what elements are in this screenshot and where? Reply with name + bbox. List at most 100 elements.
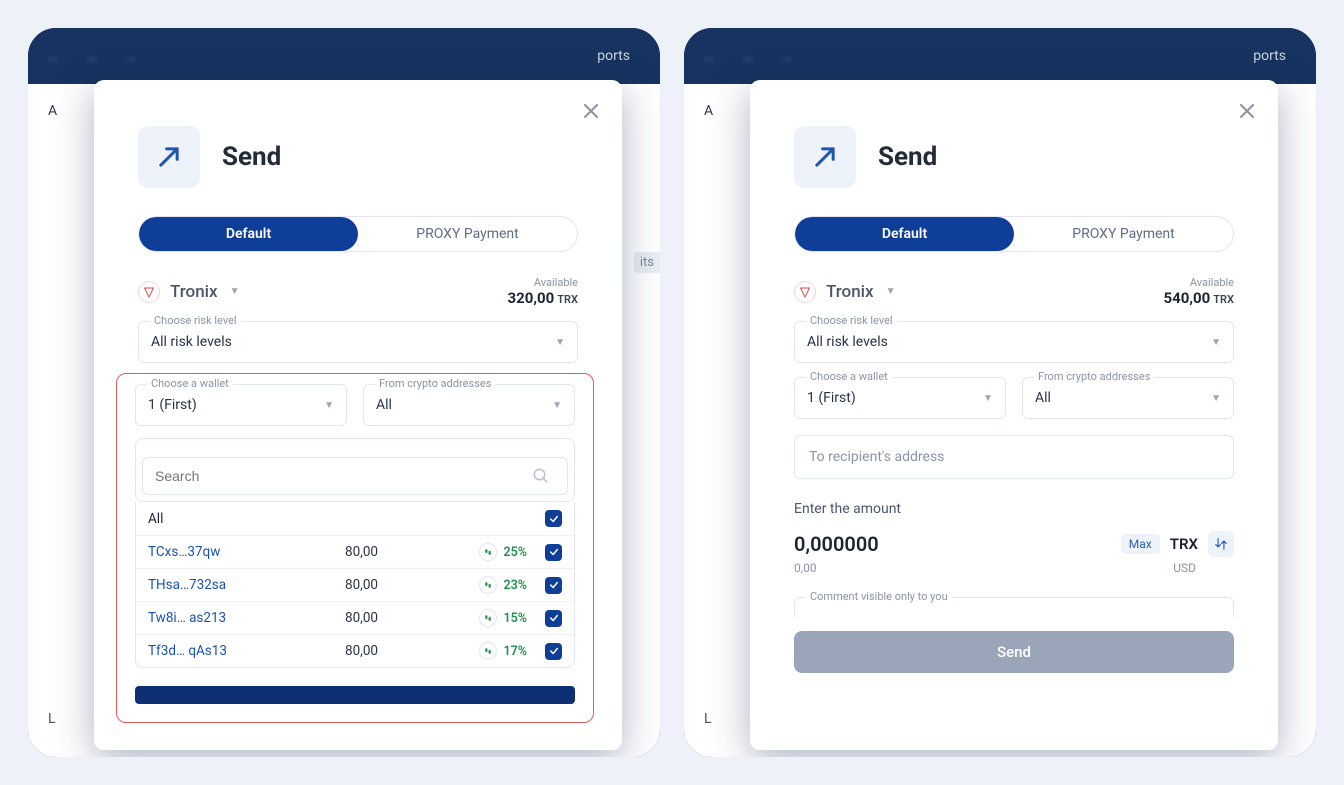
currency-name: Tronix [170,282,218,302]
send-button[interactable]: Send [794,631,1234,673]
footprint-icon [479,609,497,627]
wallet-value: 1 (First) [148,397,197,413]
chevron-down-icon: ▼ [983,393,993,404]
address-link[interactable]: TCxs…37qw [148,544,298,560]
from-value: All [1035,390,1051,406]
bg-tab: A [704,103,713,119]
tab-proxy[interactable]: PROXY Payment [358,217,577,251]
from-address-select[interactable]: All ▼ [1022,377,1234,419]
confirm-bar[interactable] [135,686,575,704]
topbar: ……… ports [28,28,660,84]
chevron-down-icon: ▼ [886,286,896,297]
available-label: Available [508,276,578,289]
footprint-icon [479,576,497,594]
sub-currency: USD [1173,561,1196,575]
risk-label: Choose risk level [806,314,897,327]
address-checkbox[interactable] [545,544,562,561]
amount-input[interactable]: 0,000000 [794,532,879,556]
currency-selector[interactable]: Tronix ▼ [138,281,239,303]
from-address-select[interactable]: All ▼ [363,384,575,426]
address-row: Tf3d… qAs1380,00 17% [136,634,574,667]
from-label: From crypto addresses [1034,370,1154,383]
recipient-placeholder: To recipient's address [809,449,944,465]
risk-value: All risk levels [151,334,232,350]
send-modal-left: Send Default PROXY Payment Tronix ▼ Avai… [94,80,622,750]
tronix-icon [794,281,816,303]
from-value: All [376,397,392,413]
app-window-left: ……… ports A its L Send Default PROXY Pay… [28,28,660,757]
address-percent: 23% [479,576,527,594]
wallet-label: Choose a wallet [806,370,892,383]
risk-label: Choose risk level [150,314,241,327]
topbar-link-exports[interactable]: ports [597,48,640,64]
address-amount: 80,00 [298,544,378,560]
tab-default[interactable]: Default [139,217,358,251]
chevron-down-icon: ▼ [1211,337,1221,348]
tab-proxy[interactable]: PROXY Payment [1014,217,1233,251]
close-icon[interactable] [1234,98,1260,124]
available-label: Available [1164,276,1234,289]
address-link: All [148,511,298,527]
modal-title: Send [878,142,937,172]
app-window-right: ……… ports A L Send Default PROXY Payment [684,28,1316,757]
chevron-down-icon: ▼ [552,400,562,411]
available-block: Available 540,00TRX [1164,276,1234,307]
address-row: Tw8i… as21380,00 15% [136,601,574,634]
payment-mode-tabs: Default PROXY Payment [138,216,578,252]
address-list: AllTCxs…37qw80,0025%THsa…732sa80,0023%Tw… [135,502,575,668]
recipient-address-input[interactable]: To recipient's address [794,435,1234,479]
bg-letter: L [704,711,712,727]
amount-currency: TRX [1170,535,1198,553]
risk-level-select[interactable]: All risk levels ▼ [794,321,1234,363]
max-button[interactable]: Max [1121,534,1160,554]
topbar-link-exports[interactable]: ports [1253,48,1296,64]
wallet-select[interactable]: 1 (First) ▼ [794,377,1006,419]
tab-default[interactable]: Default [795,217,1014,251]
risk-value: All risk levels [807,334,888,350]
chevron-down-icon: ▼ [324,400,334,411]
address-row: TCxs…37qw80,0025% [136,535,574,568]
topbar: ……… ports [684,28,1316,84]
address-checkbox[interactable] [545,610,562,627]
address-link[interactable]: Tw8i… as213 [148,610,298,626]
enter-amount-label: Enter the amount [794,501,1234,517]
address-amount: 80,00 [298,577,378,593]
footprint-icon [479,543,497,561]
address-amount: 80,00 [298,610,378,626]
from-label: From crypto addresses [375,377,495,390]
currency-name: Tronix [826,282,874,302]
comment-label: Comment visible only to you [806,590,952,603]
wallet-select[interactable]: 1 (First) ▼ [135,384,347,426]
address-checkbox[interactable] [545,643,562,660]
send-modal-right: Send Default PROXY Payment Tronix ▼ Avai… [750,80,1278,750]
address-link[interactable]: Tf3d… qAs13 [148,643,298,659]
swap-currency-icon[interactable] [1208,531,1234,557]
address-amount: 80,00 [298,643,378,659]
footprint-icon [479,642,497,660]
search-icon [532,467,550,485]
available-amount: 320,00 [508,289,555,307]
address-row: THsa…732sa80,00 23% [136,568,574,601]
risk-level-select[interactable]: All risk levels ▼ [138,321,578,363]
bg-letter: L [48,711,56,727]
wallet-value: 1 (First) [807,390,856,406]
available-symbol: TRX [1213,293,1234,306]
currency-selector[interactable]: Tronix ▼ [794,281,895,303]
payment-mode-tabs: Default PROXY Payment [794,216,1234,252]
address-percent: 17% [479,642,527,660]
bg-tab: A [48,103,57,119]
chevron-down-icon: ▼ [555,337,565,348]
address-checkbox[interactable] [545,510,562,527]
sub-amount: 0,00 [794,561,817,575]
send-arrow-icon [138,126,200,188]
search-input[interactable] [142,457,568,495]
bg-sidetag: its [634,252,660,273]
address-selection-highlight: Choose a wallet 1 (First) ▼ From crypto … [116,373,594,723]
close-icon[interactable] [578,98,604,124]
address-link[interactable]: THsa…732sa [148,577,298,593]
wallet-label: Choose a wallet [147,377,233,390]
chevron-down-icon: ▼ [230,286,240,297]
address-checkbox[interactable] [545,577,562,594]
address-percent: 15% [479,609,527,627]
modal-title: Send [222,142,281,172]
